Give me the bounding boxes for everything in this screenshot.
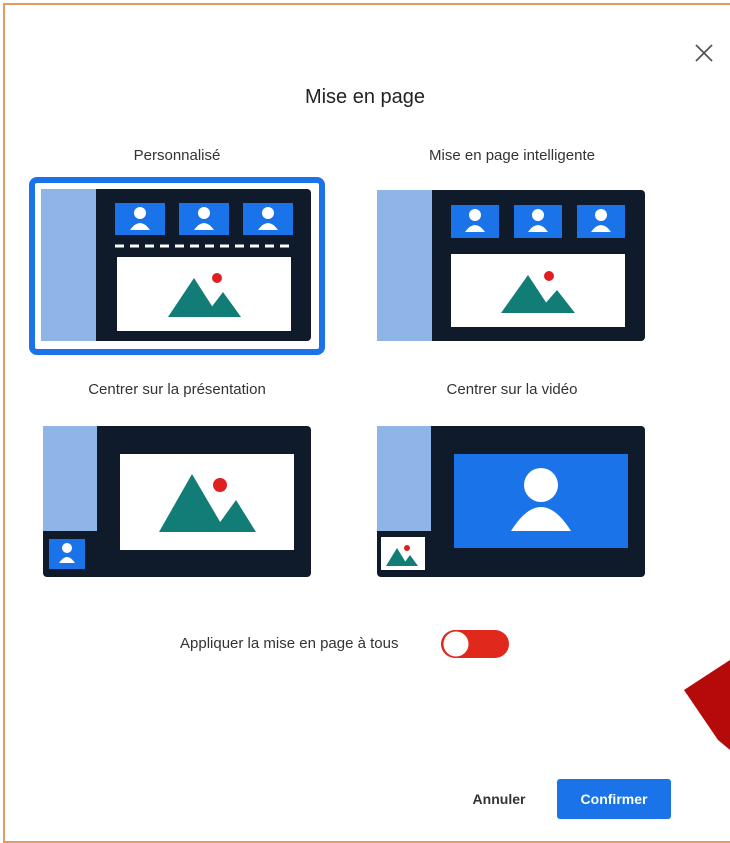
layout-thumb-custom[interactable]: [41, 189, 311, 341]
layout-thumb-presentation[interactable]: [43, 426, 311, 577]
person-icon: [179, 203, 229, 235]
person-icon: [49, 539, 85, 569]
apply-all-row: Appliquer la mise en page à tous: [0, 628, 730, 660]
option-label-custom: Personnalisé: [133, 147, 221, 164]
person-icon: [514, 205, 562, 238]
apply-all-label: Appliquer la mise en page à tous: [180, 635, 399, 652]
red-annotation-marker: [684, 660, 730, 750]
person-icon: [115, 203, 165, 235]
close-icon[interactable]: [693, 42, 715, 64]
confirm-button[interactable]: Confirmer: [557, 779, 671, 819]
apply-all-toggle[interactable]: [440, 628, 510, 660]
person-icon: [577, 205, 625, 238]
person-icon: [243, 203, 293, 235]
option-label-presentation: Centrer sur la présentation: [88, 381, 266, 398]
dialog-title: Mise en page: [304, 86, 426, 108]
option-label-smart: Mise en page intelligente: [429, 147, 595, 164]
option-label-video: Centrer sur la vidéo: [446, 381, 578, 398]
layout-dialog: [3, 3, 730, 843]
layout-thumb-video[interactable]: [377, 426, 645, 577]
person-icon: [451, 205, 499, 238]
cancel-button[interactable]: Annuler: [454, 780, 544, 818]
layout-thumb-smart[interactable]: [377, 190, 645, 341]
